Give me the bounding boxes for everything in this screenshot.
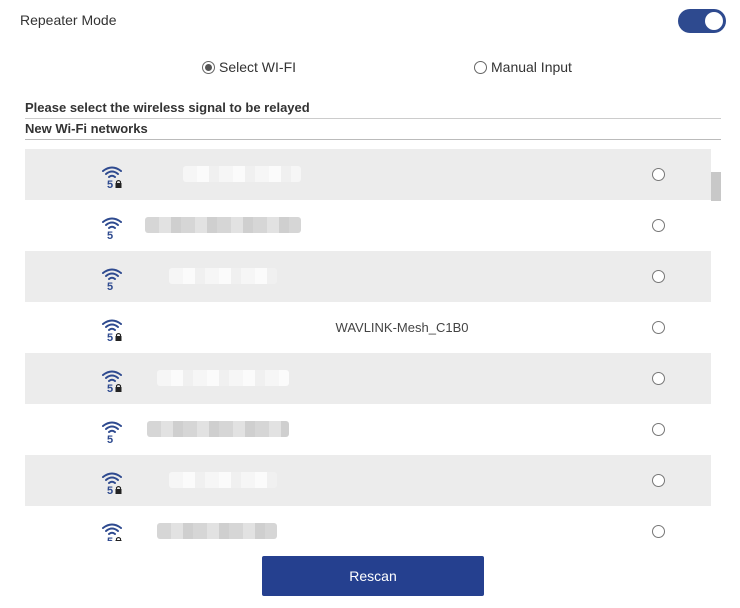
repeater-mode-label: Repeater Mode (20, 12, 117, 28)
wifi-5ghz-icon: 5 (102, 472, 122, 495)
instruction-text: Please select the wireless signal to be … (25, 100, 310, 115)
redacted-ssid (183, 166, 301, 182)
redacted-ssid (157, 370, 289, 386)
network-ssid (183, 149, 599, 200)
network-select-radio[interactable] (652, 270, 665, 283)
redacted-ssid (169, 268, 277, 284)
manual-input-radio[interactable] (474, 60, 487, 74)
network-select-radio[interactable] (652, 219, 665, 232)
wifi-5ghz-icon: 5 (102, 166, 122, 189)
network-select-radio[interactable] (652, 372, 665, 385)
select-wifi-option[interactable]: Select WI-FI (202, 59, 296, 75)
network-ssid (169, 455, 599, 506)
network-ssid (147, 404, 599, 455)
divider (25, 118, 721, 119)
divider (25, 139, 721, 140)
list-title: New Wi-Fi networks (25, 121, 148, 136)
network-row[interactable]: 5 (25, 149, 711, 200)
scrollbar-thumb[interactable] (711, 172, 721, 201)
network-ssid (145, 200, 599, 251)
redacted-ssid (145, 217, 301, 233)
wifi-5ghz-icon: 5 (102, 523, 122, 541)
network-row[interactable]: 5 (25, 404, 711, 455)
svg-text:5: 5 (107, 536, 113, 541)
network-ssid (169, 251, 599, 302)
network-row[interactable]: 5 (25, 200, 711, 251)
toggle-knob (705, 12, 723, 30)
lock-icon (115, 333, 122, 341)
network-ssid (157, 353, 599, 404)
wifi-5ghz-icon: 5 (102, 370, 122, 393)
network-row[interactable]: 5 (25, 455, 711, 506)
select-wifi-radio[interactable] (202, 60, 215, 74)
svg-text:5: 5 (107, 434, 113, 444)
network-select-radio[interactable] (652, 168, 665, 181)
rescan-button[interactable]: Rescan (262, 556, 484, 596)
wifi-5ghz-icon: 5 (102, 268, 122, 291)
network-ssid: WAVLINK-Mesh_C1B0 (335, 320, 469, 335)
network-ssid (157, 506, 599, 541)
svg-text:5: 5 (107, 332, 113, 342)
network-row[interactable]: 5 (25, 251, 711, 302)
svg-text:5: 5 (107, 179, 113, 189)
lock-icon (115, 486, 122, 494)
network-row[interactable]: 5 (25, 506, 711, 541)
wifi-5ghz-icon: 5 (102, 217, 122, 240)
lock-icon (115, 537, 122, 541)
svg-text:5: 5 (107, 281, 113, 291)
network-select-radio[interactable] (652, 423, 665, 436)
wifi-5ghz-icon: 5 (102, 421, 122, 444)
lock-icon (115, 180, 122, 188)
network-row[interactable]: 5 (25, 353, 711, 404)
network-row[interactable]: 5 WAVLINK-Mesh_C1B0 (25, 302, 711, 353)
network-select-radio[interactable] (652, 525, 665, 538)
network-list[interactable]: 5 5 5 5 WAVLINK-Mesh_C1B0 5 5 5 5 (25, 149, 711, 541)
svg-text:5: 5 (107, 383, 113, 393)
select-wifi-label: Select WI-FI (219, 59, 297, 75)
manual-input-option[interactable]: Manual Input (474, 59, 572, 75)
manual-input-label: Manual Input (491, 59, 572, 75)
redacted-ssid (157, 523, 277, 539)
repeater-mode-toggle[interactable] (678, 9, 726, 33)
network-select-radio[interactable] (652, 321, 665, 334)
wifi-5ghz-icon: 5 (102, 319, 122, 342)
redacted-ssid (169, 472, 277, 488)
svg-text:5: 5 (107, 485, 113, 495)
network-select-radio[interactable] (652, 474, 665, 487)
svg-text:5: 5 (107, 230, 113, 240)
lock-icon (115, 384, 122, 392)
redacted-ssid (147, 421, 289, 437)
